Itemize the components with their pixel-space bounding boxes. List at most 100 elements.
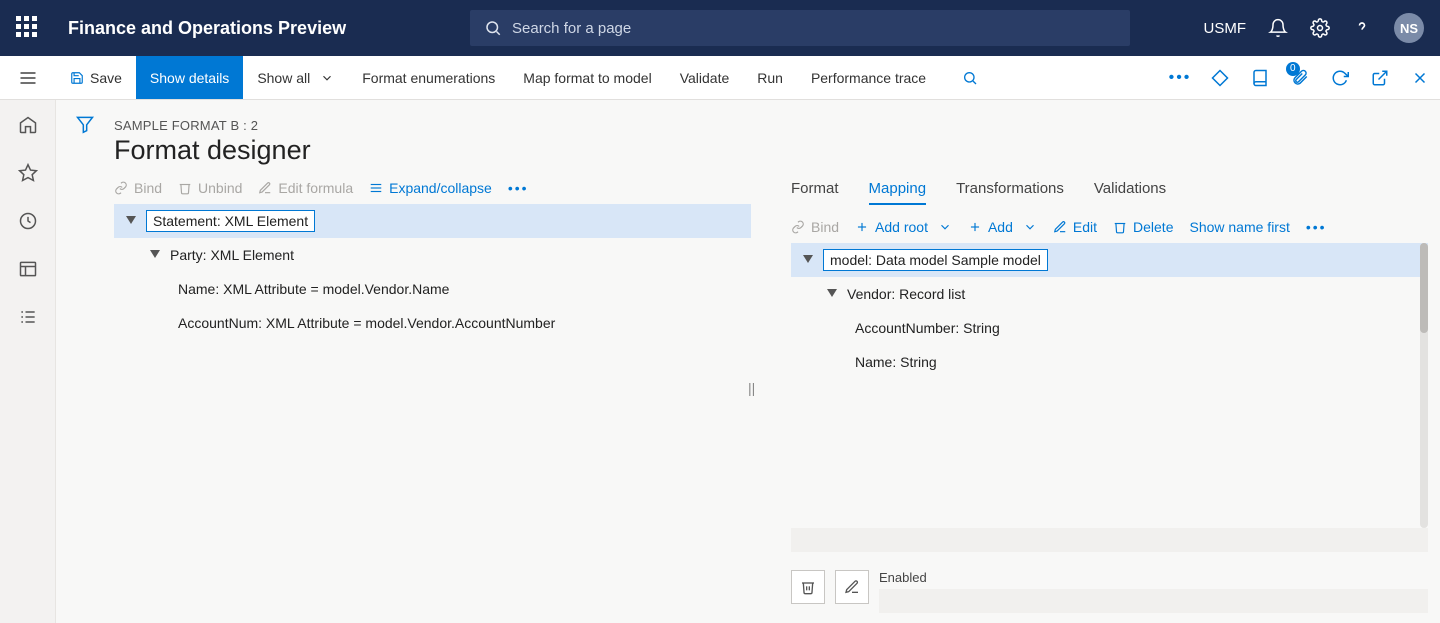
- tree-row[interactable]: Party: XML Element: [114, 238, 751, 272]
- avatar[interactable]: NS: [1394, 13, 1424, 43]
- split-handle[interactable]: ||: [748, 380, 755, 396]
- refresh-button[interactable]: [1320, 56, 1360, 99]
- save-button[interactable]: Save: [56, 56, 136, 99]
- mapping-pane: Format Mapping Transformations Validatio…: [771, 180, 1428, 623]
- tree-row[interactable]: Name: XML Attribute = model.Vendor.Name: [114, 272, 751, 306]
- tree-row[interactable]: Vendor: Record list: [791, 277, 1428, 311]
- tab-format[interactable]: Format: [791, 180, 839, 205]
- format-enumerations-button[interactable]: Format enumerations: [348, 56, 509, 99]
- mapping-bind-label: Bind: [811, 219, 839, 235]
- tree-label: model: Data model Sample model: [823, 249, 1048, 271]
- edit-node-button[interactable]: [835, 570, 869, 604]
- expand-collapse-label: Expand/collapse: [389, 180, 492, 196]
- mapping-toolbar: Bind Add root Add: [791, 219, 1428, 235]
- perf-trace-label: Performance trace: [811, 70, 926, 86]
- appbar-right: USMF NS: [1204, 13, 1425, 43]
- performance-trace-button[interactable]: Performance trace: [797, 56, 940, 99]
- tree-row[interactable]: AccountNumber: String: [791, 311, 1428, 345]
- format-pane: Bind Unbind Edit formula Expand/col: [114, 180, 771, 623]
- scrollbar[interactable]: [1420, 243, 1428, 528]
- tree-toggle-icon[interactable]: [801, 253, 815, 267]
- tree-label: AccountNumber: String: [855, 320, 1000, 336]
- enabled-label: Enabled: [879, 570, 1428, 585]
- enabled-field[interactable]: [879, 589, 1428, 613]
- map-format-label: Map format to model: [523, 70, 651, 86]
- run-button[interactable]: Run: [743, 56, 797, 99]
- mapping-bind-button[interactable]: Bind: [791, 219, 839, 235]
- overflow-menu-button[interactable]: •••: [1160, 56, 1200, 99]
- close-button[interactable]: [1400, 56, 1440, 99]
- command-bar: Save Show details Show all Format enumer…: [0, 56, 1440, 100]
- edit-button[interactable]: Edit: [1053, 219, 1097, 235]
- attachments-button[interactable]: 0: [1280, 56, 1320, 99]
- workspace-icon[interactable]: [17, 258, 39, 280]
- delete-button[interactable]: Delete: [1113, 219, 1173, 235]
- mapping-toolbar-overflow[interactable]: •••: [1306, 219, 1327, 235]
- map-format-to-model-button[interactable]: Map format to model: [509, 56, 665, 99]
- unbind-button[interactable]: Unbind: [178, 180, 242, 196]
- chevron-down-icon: [938, 220, 952, 234]
- bell-icon[interactable]: [1268, 18, 1288, 38]
- delete-node-button[interactable]: [791, 570, 825, 604]
- company-picker[interactable]: USMF: [1204, 20, 1247, 37]
- home-icon[interactable]: [17, 114, 39, 136]
- chevron-down-icon: [1023, 220, 1037, 234]
- gear-icon[interactable]: [1310, 18, 1330, 38]
- show-details-button[interactable]: Show details: [136, 56, 243, 99]
- page-info-button[interactable]: [1240, 56, 1280, 99]
- tree-label: Party: XML Element: [170, 247, 294, 263]
- popout-button[interactable]: [1360, 56, 1400, 99]
- filter-column: [56, 100, 114, 623]
- nav-rail: [0, 100, 56, 623]
- help-icon[interactable]: [1352, 18, 1372, 38]
- tree-label: AccountNum: XML Attribute = model.Vendor…: [178, 315, 555, 331]
- edit-label: Edit: [1073, 219, 1097, 235]
- search-input[interactable]: [512, 20, 1116, 37]
- page-search-button[interactable]: [950, 56, 990, 99]
- tree-row[interactable]: model: Data model Sample model: [791, 243, 1428, 277]
- show-name-first-button[interactable]: Show name first: [1189, 219, 1289, 235]
- show-all-button[interactable]: Show all: [243, 56, 348, 99]
- edit-formula-button[interactable]: Edit formula: [258, 180, 353, 196]
- add-label: Add: [988, 219, 1013, 235]
- tree-row[interactable]: Statement: XML Element: [114, 204, 751, 238]
- filter-icon[interactable]: [75, 114, 95, 134]
- search-icon: [484, 19, 502, 37]
- save-label: Save: [90, 70, 122, 86]
- tree-toggle-icon[interactable]: [825, 287, 839, 301]
- tree-row[interactable]: AccountNum: XML Attribute = model.Vendor…: [114, 306, 751, 340]
- global-search[interactable]: [470, 10, 1130, 46]
- tab-mapping[interactable]: Mapping: [869, 180, 927, 205]
- expand-collapse-button[interactable]: Expand/collapse: [369, 180, 492, 196]
- tree-toggle-icon[interactable]: [148, 248, 162, 262]
- enabled-block: Enabled: [879, 570, 1428, 613]
- add-root-button[interactable]: Add root: [855, 219, 952, 235]
- format-toolbar-overflow[interactable]: •••: [508, 180, 529, 196]
- show-name-first-label: Show name first: [1189, 219, 1289, 235]
- add-button[interactable]: Add: [968, 219, 1037, 235]
- star-icon[interactable]: [17, 162, 39, 184]
- tree-label: Name: String: [855, 354, 937, 370]
- tree-toggle-icon[interactable]: [124, 214, 138, 228]
- format-tree: Statement: XML Element Party: XML Elemen…: [114, 204, 751, 340]
- validate-button[interactable]: Validate: [666, 56, 744, 99]
- recent-icon[interactable]: [17, 210, 39, 232]
- ellipsis-icon: •••: [1169, 69, 1192, 87]
- nav-collapse-button[interactable]: [0, 56, 56, 100]
- tab-validations[interactable]: Validations: [1094, 180, 1166, 205]
- tab-transformations[interactable]: Transformations: [956, 180, 1064, 205]
- add-root-label: Add root: [875, 219, 928, 235]
- bind-button[interactable]: Bind: [114, 180, 162, 196]
- split-panes: Bind Unbind Edit formula Expand/col: [114, 180, 1428, 623]
- page-body: SAMPLE FORMAT B : 2 Format designer Bind…: [0, 100, 1440, 623]
- options-button[interactable]: [1200, 56, 1240, 99]
- run-label: Run: [757, 70, 783, 86]
- app-launcher-icon[interactable]: [16, 16, 40, 40]
- tree-label: Statement: XML Element: [146, 210, 315, 232]
- readonly-field: [791, 528, 1428, 552]
- bind-label: Bind: [134, 180, 162, 196]
- mapping-tree-wrap: model: Data model Sample model Vendor: R…: [791, 243, 1428, 528]
- tree-row[interactable]: Name: String: [791, 345, 1428, 379]
- format-enumerations-label: Format enumerations: [362, 70, 495, 86]
- modules-icon[interactable]: [17, 306, 39, 328]
